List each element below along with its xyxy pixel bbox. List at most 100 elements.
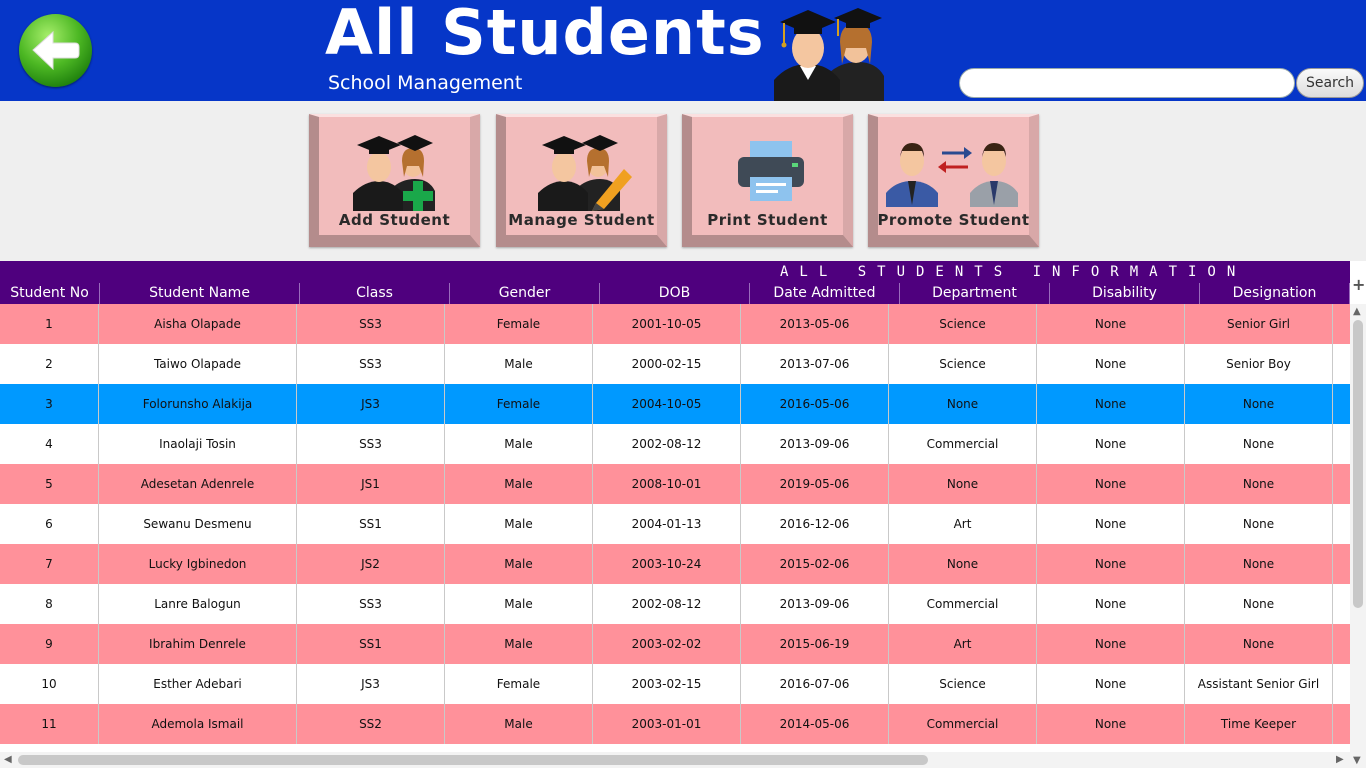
print-student-button[interactable]: Print Student [682, 114, 853, 247]
table-cell: Male [445, 424, 593, 464]
table-cell: 2002-08-12 [593, 424, 741, 464]
table-cell: None [1185, 544, 1333, 584]
table-cell: SS3 [297, 344, 445, 384]
table-row[interactable]: 8 Lanre Balogun SS3 Male 2002-08-12 2013-09-0… [0, 584, 1350, 624]
table-cell: 9 [0, 624, 99, 664]
table-cell: Adesetan Adenrele [99, 464, 297, 504]
scroll-down-icon[interactable]: ▼ [1353, 756, 1361, 766]
table-row[interactable]: 4 Inaolaji Tosin SS3 Male 2002-08-12 2013-09-… [0, 424, 1350, 464]
printer-icon [738, 141, 804, 201]
page-title: All Students [325, 0, 765, 69]
vertical-scroll-thumb[interactable] [1353, 320, 1363, 608]
table-cell: Folorunsho Alakija [99, 384, 297, 424]
table-row[interactable]: 11 Ademola Ismail SS2 Male 2003-01-01 2014-05… [0, 704, 1350, 744]
table-cell: Time Keeper [1185, 704, 1333, 744]
scroll-right-icon[interactable]: ▶ [1336, 755, 1344, 765]
table-cell: None [1037, 344, 1185, 384]
students-table: ALL STUDENTS INFORMATION + Student No Stu… [0, 261, 1366, 768]
table-cell: 2015-02-06 [741, 544, 889, 584]
column-header[interactable]: Class [300, 283, 450, 304]
column-header[interactable]: Designation [1200, 283, 1350, 304]
table-cell: 3 [0, 384, 99, 424]
table-cell: None [1037, 584, 1185, 624]
column-header[interactable]: Date Admitted [750, 283, 900, 304]
vertical-scrollbar[interactable]: ▲ ▼ [1350, 304, 1366, 768]
table-cell: None [1037, 384, 1185, 424]
add-student-button[interactable]: Add Student [309, 114, 480, 247]
add-column-icon[interactable]: + [1352, 275, 1365, 294]
table-cell: SS3 [297, 424, 445, 464]
scroll-left-icon[interactable]: ◀ [4, 755, 12, 765]
table-cell: Senior Girl [1185, 304, 1333, 344]
table-cell: 2013-09-06 [741, 424, 889, 464]
table-row[interactable]: 6 Sewanu Desmenu SS1 Male 2004-01-13 2016-12-… [0, 504, 1350, 544]
table-cell: 2003-02-15 [593, 664, 741, 704]
back-button[interactable] [19, 14, 92, 87]
promote-icon [886, 143, 1018, 207]
table-cell: Aisha Olapade [99, 304, 297, 344]
table-cell: None [1037, 664, 1185, 704]
table-cell: Senior Boy [1185, 344, 1333, 384]
table-cell: Male [445, 464, 593, 504]
table-cell: None [1037, 504, 1185, 544]
table-cell: Male [445, 704, 593, 744]
app-window: All Students School Management Search Ad… [0, 0, 1366, 768]
table-cell: SS3 [297, 584, 445, 624]
table-cell: Commercial [889, 424, 1037, 464]
table-row[interactable]: 5 Adesetan Adenrele JS1 Male 2008-10-01 2019-… [0, 464, 1350, 504]
table-row[interactable]: 2 Taiwo Olapade SS3 Male 2000-02-15 2013-07-0… [0, 344, 1350, 384]
manage-student-button[interactable]: Manage Student [496, 114, 667, 247]
table-cell: Male [445, 624, 593, 664]
table-row[interactable]: 10 Esther Adebari JS3 Female 2003-02-15 2016-… [0, 664, 1350, 704]
table-cell: Male [445, 344, 593, 384]
manage-student-label: Manage Student [508, 211, 655, 229]
column-header[interactable]: Disability [1050, 283, 1200, 304]
table-row[interactable]: 7 Lucky Igbinedon JS2 Male 2003-10-24 2015-02… [0, 544, 1350, 584]
horizontal-scroll-thumb[interactable] [18, 755, 928, 765]
table-cell: 4 [0, 424, 99, 464]
table-cell: 5 [0, 464, 99, 504]
table-cell: 2015-06-19 [741, 624, 889, 664]
table-cell: 2003-10-24 [593, 544, 741, 584]
table-cell: 2004-01-13 [593, 504, 741, 544]
back-arrow-icon [32, 30, 80, 71]
table-cell: None [1185, 464, 1333, 504]
table-cell: None [1185, 384, 1333, 424]
table-cell: 2008-10-01 [593, 464, 741, 504]
table-cell: SS3 [297, 304, 445, 344]
table-cell: Commercial [889, 584, 1037, 624]
table-banner: ALL STUDENTS INFORMATION [0, 261, 1350, 283]
table-cell: None [1185, 424, 1333, 464]
table-cell: Esther Adebari [99, 664, 297, 704]
table-cell: 2004-10-05 [593, 384, 741, 424]
column-header[interactable]: Gender [450, 283, 600, 304]
table-cell: Lucky Igbinedon [99, 544, 297, 584]
table-cell: None [889, 464, 1037, 504]
table-cell: Science [889, 304, 1037, 344]
table-cell: 8 [0, 584, 99, 624]
table-cell: 2016-05-06 [741, 384, 889, 424]
horizontal-scrollbar[interactable]: ◀ ▶ [0, 752, 1350, 768]
table-cell: Science [889, 664, 1037, 704]
table-cell: None [1037, 704, 1185, 744]
promote-student-button[interactable]: Promote Student [868, 114, 1039, 247]
column-header[interactable]: Student No [0, 283, 100, 304]
scroll-up-icon[interactable]: ▲ [1353, 307, 1361, 317]
table-row[interactable]: 1 Aisha Olapade SS3 Female 2001-10-05 2013-05… [0, 304, 1350, 344]
table-cell: 2016-12-06 [741, 504, 889, 544]
search-input[interactable] [959, 68, 1295, 98]
add-student-label: Add Student [338, 211, 451, 229]
table-cell: None [889, 544, 1037, 584]
search-button[interactable]: Search [1296, 68, 1364, 98]
table-header: Student No Student Name Class Gender DOB Date… [0, 283, 1350, 304]
table-row[interactable]: 3 Folorunsho Alakija JS3 Female 2004-10-05 20… [0, 384, 1350, 424]
table-cell: SS1 [297, 624, 445, 664]
table-cell: Male [445, 544, 593, 584]
column-header[interactable]: Department [900, 283, 1050, 304]
table-cell: Female [445, 664, 593, 704]
column-header[interactable]: Student Name [100, 283, 300, 304]
table-cell: Female [445, 304, 593, 344]
column-header[interactable]: DOB [600, 283, 750, 304]
table-row[interactable]: 9 Ibrahim Denrele SS1 Male 2003-02-02 2015-06… [0, 624, 1350, 664]
table-cell: Lanre Balogun [99, 584, 297, 624]
